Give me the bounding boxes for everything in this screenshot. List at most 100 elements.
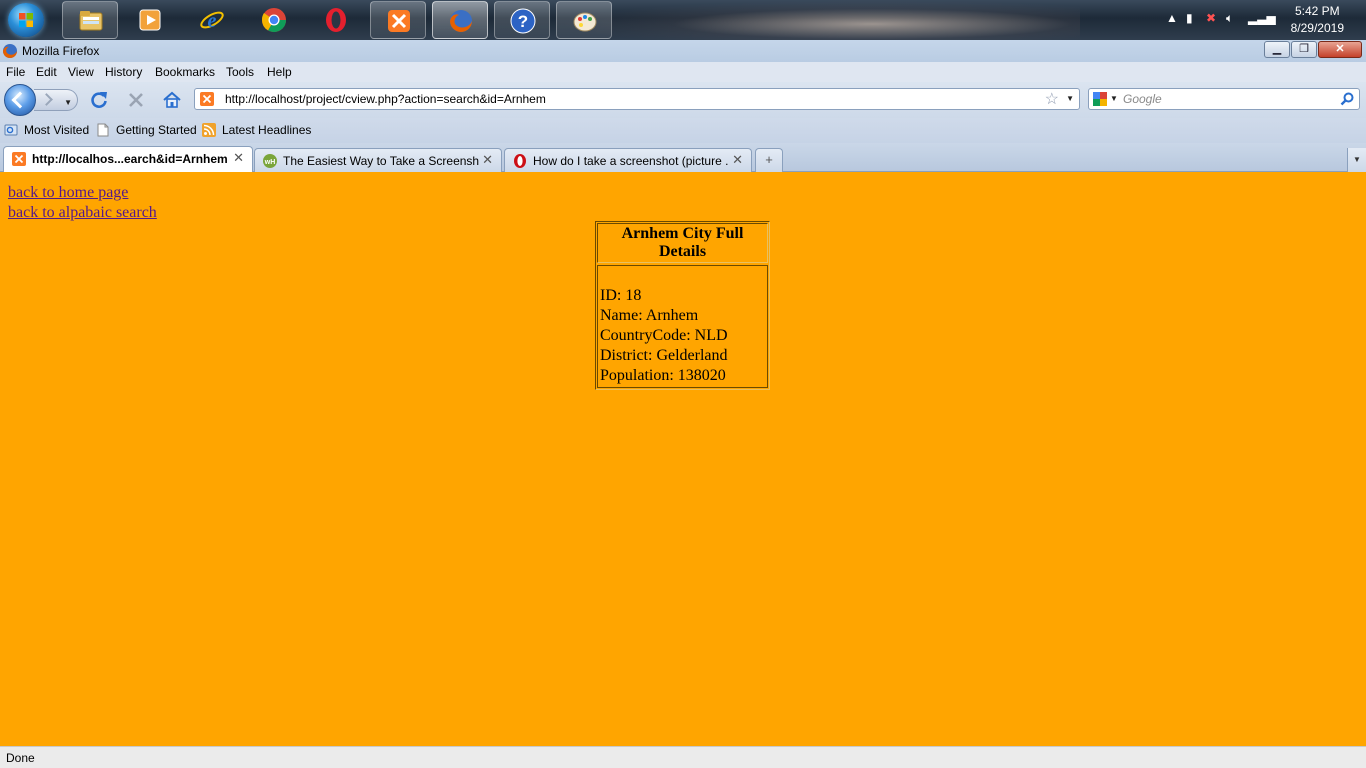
tab-label: How do I take a screenshot (picture ... [533, 154, 729, 168]
internet-explorer-icon: e [200, 10, 224, 32]
tab-cview-arnhem[interactable]: http://localhos...earch&id=Arnhem ✕ [3, 146, 253, 172]
menu-file[interactable]: File [6, 65, 25, 79]
taskbar-xampp-button[interactable] [370, 1, 426, 39]
taskbar-wallpaper-glow [560, 0, 1080, 40]
list-all-tabs-button[interactable]: ▼ [1347, 148, 1366, 172]
opera-favicon-icon [514, 154, 526, 168]
firefox-app-icon [3, 44, 17, 58]
tab-label: http://localhos...earch&id=Arnhem [32, 152, 228, 166]
site-favicon-icon [200, 92, 214, 106]
menu-view[interactable]: View [68, 65, 94, 79]
city-id: ID: 18 [600, 287, 642, 304]
menu-bar: File Edit View History Bookmarks Tools H… [0, 62, 1366, 82]
search-icon[interactable] [1340, 92, 1354, 106]
taskbar-opera-button[interactable] [308, 1, 364, 39]
page-icon [97, 123, 109, 137]
close-tab-icon[interactable]: ✕ [233, 150, 244, 166]
firefox-icon [450, 10, 472, 32]
url-dropdown-icon[interactable]: ▼ [1066, 94, 1074, 103]
taskbar-paint-button[interactable] [556, 1, 612, 39]
bookmark-latest-headlines[interactable]: Latest Headlines [202, 123, 312, 139]
new-tab-button[interactable]: + [755, 148, 783, 172]
menu-history[interactable]: History [105, 65, 142, 79]
bookmark-getting-started[interactable]: Getting Started [96, 123, 197, 139]
bookmark-label: Latest Headlines [222, 123, 312, 137]
system-tray: ▲ ▮ ✖ 🔈︎ ▂▃▅ 5:42 PM 8/29/2019 [1156, 0, 1366, 40]
taskbar-chrome-button[interactable] [246, 1, 302, 39]
address-bar[interactable]: ☆ ▼ [194, 88, 1080, 110]
svg-text:wH: wH [264, 159, 276, 166]
clock-time: 5:42 PM [1294, 4, 1340, 18]
city-country-code: CountryCode: NLD [600, 327, 728, 344]
bookmark-label: Getting Started [116, 123, 197, 137]
city-population: Population: 138020 [600, 367, 726, 384]
back-to-alphabetic-search-link[interactable]: back to alpabaic search [8, 204, 157, 222]
window-titlebar: Mozilla Firefox ▁ ❐ ✕ [0, 40, 1366, 62]
close-tab-icon[interactable]: ✕ [482, 152, 493, 168]
city-details-body: ID: 18 Name: Arnhem CountryCode: NLD Dis… [597, 265, 768, 388]
city-district: District: Gelderland [600, 347, 728, 364]
tab-how-to-take-screenshot[interactable]: How do I take a screenshot (picture ... … [504, 148, 752, 172]
navigation-toolbar: ▼ ☆ ▼ ▼ [0, 82, 1366, 118]
forward-button[interactable]: ▼ [34, 89, 78, 111]
taskbar-internet-explorer-button[interactable]: e [184, 1, 240, 39]
taskbar-explorer-button[interactable] [62, 1, 118, 39]
menu-tools[interactable]: Tools [226, 65, 254, 79]
back-button[interactable] [4, 84, 36, 116]
close-window-button[interactable]: ✕ [1318, 41, 1362, 58]
search-bar[interactable]: ▼ [1088, 88, 1360, 110]
back-to-home-link[interactable]: back to home page [8, 184, 128, 202]
google-engine-icon[interactable] [1093, 92, 1107, 106]
help-icon: ? [510, 8, 536, 34]
window-title: Mozilla Firefox [22, 44, 100, 58]
wikihow-favicon-icon: wH [263, 154, 277, 168]
stop-icon[interactable] [126, 90, 146, 110]
menu-bookmarks[interactable]: Bookmarks [155, 65, 215, 79]
svg-text:e: e [208, 10, 217, 32]
windows-logo-icon [19, 13, 33, 27]
bookmarks-toolbar: Most Visited Getting Started Latest Head… [0, 118, 1366, 143]
clock-date: 8/29/2019 [1290, 21, 1344, 35]
taskbar-clock[interactable]: 5:42 PM 8/29/2019 [1291, 3, 1344, 37]
close-tab-icon[interactable]: ✕ [732, 152, 743, 168]
windows-taskbar: e ? ▲ ▮ ✖ 🔈︎ ▂▃▅ 5:42 PM 8/29/2019 [0, 0, 1366, 40]
volume-icon[interactable]: 🔈︎ [1226, 11, 1233, 26]
svg-text:?: ? [518, 12, 528, 31]
bookmark-star-icon[interactable]: ☆ [1045, 89, 1059, 109]
minimize-button[interactable]: ▁ [1264, 41, 1290, 58]
start-button[interactable] [8, 3, 44, 37]
window-controls: ▁ ❐ ✕ [1263, 41, 1362, 59]
chrome-icon [261, 8, 286, 33]
status-bar: Done [0, 746, 1366, 768]
network-signal-icon[interactable]: ▂▃▅ [1248, 11, 1276, 25]
restore-button[interactable]: ❐ [1291, 41, 1317, 58]
search-input[interactable] [1123, 91, 1333, 107]
tab-strip: http://localhos...earch&id=Arnhem ✕ wH T… [0, 143, 1366, 172]
city-details-table: Arnhem City Full Details ID: 18 Name: Ar… [595, 221, 770, 390]
action-center-icon[interactable]: ✖ [1206, 11, 1216, 25]
taskbar-help-button[interactable]: ? [494, 1, 550, 39]
taskbar-media-player-button[interactable] [122, 1, 178, 39]
menu-help[interactable]: Help [267, 65, 292, 79]
media-player-icon [139, 9, 161, 31]
bookmark-most-visited[interactable]: Most Visited [4, 123, 92, 139]
forward-arrow-icon [40, 93, 53, 106]
history-dropdown-icon[interactable]: ▼ [64, 98, 72, 107]
smart-folder-icon [4, 124, 18, 136]
home-icon[interactable] [162, 90, 182, 110]
search-engine-dropdown-icon[interactable]: ▼ [1110, 94, 1118, 103]
taskbar-firefox-button[interactable] [432, 1, 488, 39]
paint-palette-icon [573, 12, 597, 32]
tab-label: The Easiest Way to Take a Screensh... [283, 154, 479, 168]
safely-remove-hardware-icon[interactable]: ▮ [1186, 11, 1193, 25]
status-text: Done [6, 751, 35, 765]
bookmark-label: Most Visited [24, 123, 90, 137]
page-content: back to home page back to alpabaic searc… [0, 172, 1366, 746]
show-hidden-icons-icon[interactable]: ▲ [1166, 11, 1178, 25]
city-details-heading: Arnhem City Full Details [597, 223, 768, 263]
menu-edit[interactable]: Edit [36, 65, 57, 79]
folder-icon [79, 11, 103, 31]
tab-easiest-way-screenshot[interactable]: wH The Easiest Way to Take a Screensh...… [254, 148, 502, 172]
reload-icon[interactable] [89, 90, 109, 110]
url-input[interactable] [225, 91, 1015, 107]
